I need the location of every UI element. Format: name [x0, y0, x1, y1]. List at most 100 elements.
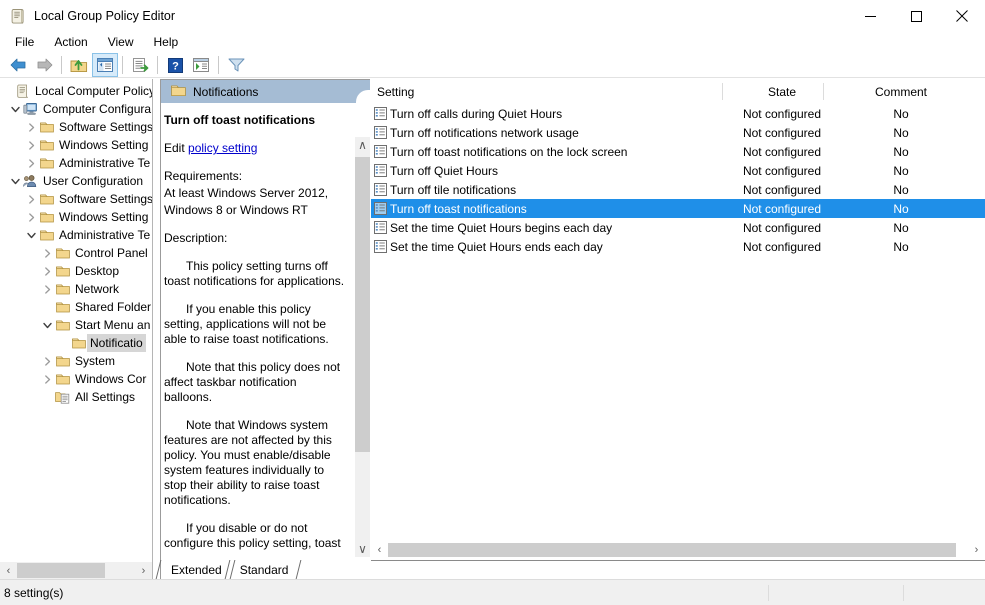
cell-comment: No [893, 182, 909, 197]
minimize-button[interactable] [847, 0, 893, 32]
scroll-left-icon[interactable]: ‹ [371, 541, 388, 559]
table-row[interactable]: Turn off tile notifications Not configur… [371, 180, 985, 199]
twisty-collapsed-icon[interactable] [24, 136, 38, 154]
tree-item-control-panel[interactable]: Control Panel [0, 244, 152, 262]
export-list-icon[interactable] [127, 53, 153, 77]
tree-item-system[interactable]: System [0, 352, 152, 370]
column-divider[interactable] [823, 83, 824, 100]
menu-help[interactable]: Help [145, 32, 188, 52]
description-header-title: Notifications [193, 84, 259, 99]
twisty-expanded-icon[interactable] [24, 226, 38, 244]
description-paragraph: If you enable this policy setting, appli… [164, 302, 329, 346]
twisty-collapsed-icon[interactable] [24, 154, 38, 172]
toolbar-divider [0, 77, 985, 78]
scroll-left-icon[interactable]: ‹ [0, 562, 17, 579]
cell-state: Not configured [742, 182, 822, 197]
twisty-collapsed-icon[interactable] [24, 190, 38, 208]
scroll-down-icon[interactable]: ∨ [355, 541, 370, 557]
description-vertical-scrollbar[interactable]: ∧ ∨ [355, 137, 370, 557]
scroll-thumb[interactable] [388, 543, 956, 557]
twisty-collapsed-icon[interactable] [40, 244, 54, 262]
scroll-right-icon[interactable]: › [968, 541, 985, 559]
local-group-policy-editor-window: Local Group Policy Editor File Action Vi… [0, 0, 985, 605]
menu-view[interactable]: View [99, 32, 143, 52]
tree-item-start-menu-and-taskbar[interactable]: Start Menu an [0, 316, 152, 334]
table-row[interactable]: Turn off Quiet Hours Not configured No [371, 161, 985, 180]
maximize-button[interactable] [893, 0, 939, 32]
tree-item-all-settings[interactable]: All Settings [0, 388, 152, 406]
cell-setting: Turn off calls during Quiet Hours [390, 106, 563, 121]
policy-setting-link[interactable]: policy setting [188, 141, 257, 155]
twisty-collapsed-icon[interactable] [40, 262, 54, 280]
toolbar: ? [0, 52, 985, 78]
filter-icon[interactable] [223, 53, 249, 77]
policy-setting-icon [371, 199, 390, 218]
folder-icon [54, 352, 71, 370]
twisty-collapsed-icon[interactable] [24, 118, 38, 136]
twisty-none [56, 334, 70, 352]
table-row-selected[interactable]: Turn off toast notifications Not configu… [371, 199, 985, 218]
pane-splitter[interactable] [152, 79, 153, 579]
column-header-setting[interactable]: Setting [377, 79, 414, 104]
back-icon[interactable] [5, 53, 31, 77]
cell-state: Not configured [742, 201, 822, 216]
folder-icon [38, 136, 55, 154]
tree-item-windows-settings-user[interactable]: Windows Setting [0, 208, 152, 226]
menu-action[interactable]: Action [45, 32, 96, 52]
tree-item-computer-configuration[interactable]: Computer Configura [0, 100, 152, 118]
user-icon [22, 172, 39, 190]
tree-item-network[interactable]: Network [0, 280, 152, 298]
column-header-comment[interactable]: Comment [861, 79, 941, 104]
up-folder-icon[interactable] [66, 53, 92, 77]
twisty-expanded-icon[interactable] [8, 100, 22, 118]
tree-horizontal-scrollbar[interactable]: ‹ › [0, 562, 152, 579]
forward-icon[interactable] [31, 53, 57, 77]
scroll-right-icon[interactable]: › [135, 562, 152, 579]
console-tree[interactable]: Local Computer Policy Computer Configura… [0, 79, 152, 561]
twisty-collapsed-icon[interactable] [24, 208, 38, 226]
table-row[interactable]: Set the time Quiet Hours begins each day… [371, 218, 985, 237]
table-row[interactable]: Turn off calls during Quiet Hours Not co… [371, 104, 985, 123]
show-hide-action-pane-icon[interactable] [188, 53, 214, 77]
tree-item-desktop[interactable]: Desktop [0, 262, 152, 280]
table-row[interactable]: Turn off notifications network usage Not… [371, 123, 985, 142]
tree-item-software-settings-computer[interactable]: Software Settings [0, 118, 152, 136]
description-tabs: Extended Standard [155, 557, 371, 579]
scroll-up-icon[interactable]: ∧ [355, 137, 370, 153]
table-row[interactable]: Turn off toast notifications on the lock… [371, 142, 985, 161]
twisty-collapsed-icon[interactable] [40, 370, 54, 388]
description-body: Turn off toast notifications Edit policy… [161, 103, 355, 557]
tree-item-notifications[interactable]: Notificatio [0, 334, 152, 352]
tab-edge-left [155, 560, 170, 579]
twisty-expanded-icon[interactable] [40, 316, 54, 334]
twisty-collapsed-icon[interactable] [40, 280, 54, 298]
scroll-thumb[interactable] [17, 563, 105, 578]
main-content: Local Computer Policy Computer Configura… [0, 79, 985, 579]
close-button[interactable] [939, 0, 985, 32]
tree-item-shared-folders[interactable]: Shared Folder [0, 298, 152, 316]
cell-setting: Turn off toast notifications on the lock… [390, 144, 628, 159]
tree-item-windows-settings-computer[interactable]: Windows Setting [0, 136, 152, 154]
tab-standard[interactable]: Standard [224, 560, 302, 579]
tree-item-software-settings-user[interactable]: Software Settings [0, 190, 152, 208]
scroll-track[interactable] [17, 562, 135, 579]
tree-item-administrative-templates-computer[interactable]: Administrative Te [0, 154, 152, 172]
help-icon[interactable]: ? [162, 53, 188, 77]
tree-item-windows-components[interactable]: Windows Cor [0, 370, 152, 388]
table-row[interactable]: Set the time Quiet Hours ends each day N… [371, 237, 985, 256]
menu-file[interactable]: File [6, 32, 43, 52]
settings-list[interactable]: Turn off calls during Quiet Hours Not co… [371, 104, 985, 544]
tree-item-administrative-templates-user[interactable]: Administrative Te [0, 226, 152, 244]
show-hide-tree-icon[interactable] [92, 53, 118, 77]
column-divider[interactable] [722, 83, 723, 100]
scroll-track[interactable] [388, 541, 968, 559]
tree-item-local-computer-policy[interactable]: Local Computer Policy [0, 82, 152, 100]
twisty-expanded-icon[interactable] [8, 172, 22, 190]
twisty-collapsed-icon[interactable] [40, 352, 54, 370]
toolbar-separator [61, 56, 62, 74]
column-header-state[interactable]: State [732, 79, 832, 104]
tree-item-user-configuration[interactable]: User Configuration [0, 172, 152, 190]
scroll-thumb[interactable] [355, 157, 370, 452]
tab-extended[interactable]: Extended [155, 560, 236, 579]
list-horizontal-scrollbar[interactable]: ‹ › [371, 541, 985, 559]
